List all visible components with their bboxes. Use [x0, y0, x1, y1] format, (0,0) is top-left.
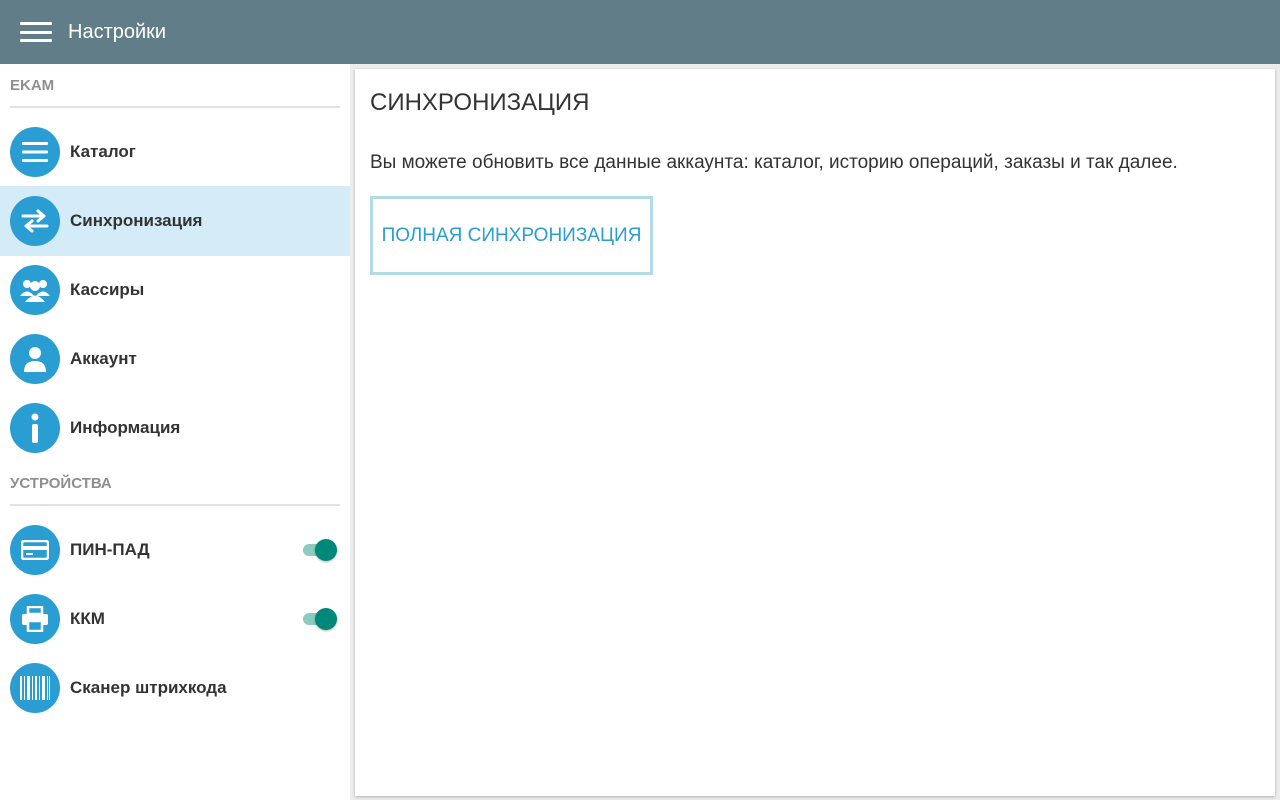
- sync-arrows-icon: [10, 196, 60, 246]
- sidebar-item-sync[interactable]: Синхронизация: [0, 186, 350, 256]
- sidebar-item-kkm[interactable]: ККМ: [0, 584, 350, 654]
- sidebar-item-label: ПИН-ПАД: [70, 540, 150, 559]
- sidebar-item-cashiers[interactable]: Кассиры: [0, 255, 350, 325]
- group-icon: [10, 265, 60, 315]
- person-icon: [10, 334, 60, 384]
- full-sync-button[interactable]: ПОЛНАЯ СИНХРОНИЗАЦИЯ: [370, 196, 653, 275]
- sidebar-item-label: Кассиры: [70, 280, 145, 299]
- section-header-devices: УСТРОЙСТВА: [10, 462, 340, 506]
- printer-icon: [10, 594, 60, 644]
- settings-sidebar: EKAM Каталог Синхронизация Кассиры Аккау…: [0, 64, 350, 800]
- card-icon: [10, 525, 60, 575]
- sidebar-item-info[interactable]: Информация: [0, 393, 350, 463]
- kkm-toggle[interactable]: [303, 608, 337, 630]
- pinpad-toggle[interactable]: [303, 539, 337, 561]
- section-description: Вы можете обновить все данные аккаунта: …: [370, 152, 1178, 173]
- sidebar-item-label: ККМ: [70, 609, 105, 628]
- sidebar-item-label: Каталог: [70, 142, 136, 161]
- info-icon: [10, 403, 60, 453]
- section-title: СИНХРОНИЗАЦИЯ: [370, 89, 590, 116]
- sidebar-item-catalog[interactable]: Каталог: [0, 117, 350, 187]
- sidebar-item-label: Информация: [70, 418, 181, 437]
- sidebar-item-label: Сканер штрихкода: [70, 678, 227, 697]
- sidebar-item-label: Аккаунт: [70, 349, 137, 368]
- hamburger-menu-icon[interactable]: [20, 20, 52, 44]
- barcode-icon: [10, 663, 60, 713]
- sidebar-item-account[interactable]: Аккаунт: [0, 324, 350, 394]
- app-toolbar: Настройки: [0, 0, 1280, 64]
- section-header-ekam: EKAM: [10, 64, 340, 108]
- sidebar-item-label: Синхронизация: [70, 211, 203, 230]
- page-title: Настройки: [68, 20, 167, 43]
- list-icon: [10, 127, 60, 177]
- sidebar-item-pinpad[interactable]: ПИН-ПАД: [0, 515, 350, 585]
- content-panel: СИНХРОНИЗАЦИЯ Вы можете обновить все дан…: [355, 69, 1275, 796]
- sidebar-item-barcode-scanner[interactable]: Сканер штрихкода: [0, 653, 350, 723]
